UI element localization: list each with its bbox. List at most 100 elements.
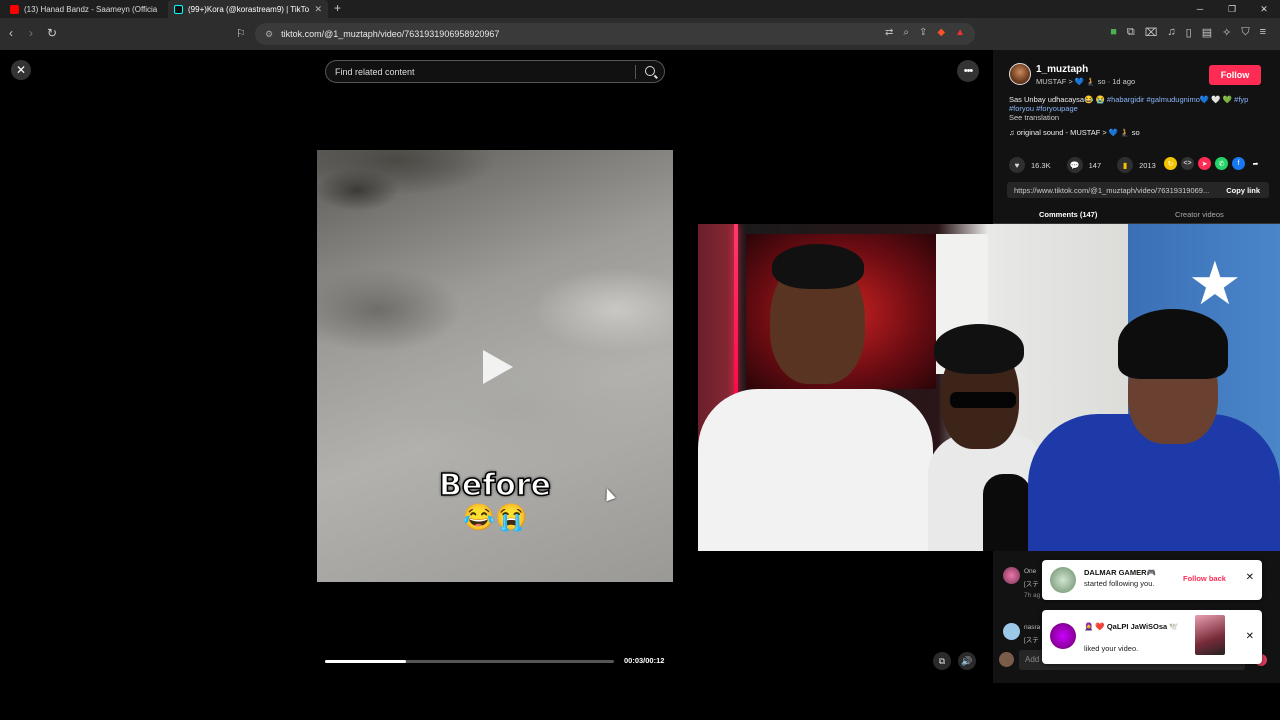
creator-subtitle: MUSTAF > 💙 🧎 so · 1d ago (1036, 77, 1136, 86)
notification-name: DALMAR GAMER🎮 (1084, 568, 1156, 577)
share-arrow-icon[interactable]: ➦ (1249, 157, 1262, 170)
person-3-hijab (1118, 309, 1228, 379)
tab-title: (99+)Kora (@korastream9) | TikTo (188, 4, 310, 14)
webcam-overlay: ★ (698, 224, 1280, 551)
follow-back-button[interactable]: Follow back (1183, 574, 1226, 583)
comment-avatar[interactable] (1003, 623, 1020, 640)
brave-shield-icon[interactable]: ◆ (937, 27, 945, 38)
tab-title: (13) Hanad Bandz - Saameyn (Officia (24, 4, 158, 14)
comment-count: 147 (1088, 160, 1102, 170)
close-notification-icon[interactable]: ✕ (1246, 572, 1254, 583)
flag-star-icon: ★ (1188, 250, 1242, 317)
whatsapp-icon[interactable]: ✆ (1215, 157, 1228, 170)
comment-name[interactable]: One (1024, 568, 1036, 575)
caption-text: Sas Unbay udhacaysa😂 😭 (1009, 95, 1107, 104)
heart-icon[interactable]: ♥ (1009, 157, 1025, 173)
notification-follow[interactable]: DALMAR GAMER🎮 started following you. Fol… (1042, 560, 1262, 600)
new-tab-button[interactable]: + (334, 1, 341, 15)
share-icon[interactable]: ⇪ (919, 27, 927, 38)
sidebar-icon[interactable]: ▯ (1186, 26, 1192, 39)
zoom-icon[interactable]: ⌕ (903, 27, 909, 38)
video-progress-bar[interactable] (325, 660, 614, 663)
send-icon[interactable]: ➤ (1198, 157, 1211, 170)
extension-green-icon[interactable]: ■ (1110, 26, 1117, 39)
repost-icon[interactable]: ↻ (1164, 157, 1177, 170)
comment-name[interactable]: nasra (1024, 624, 1040, 631)
comment-icon[interactable]: 💬 (1066, 157, 1083, 173)
embed-icon[interactable]: <> (1181, 157, 1194, 170)
address-bar[interactable]: ⚙ tiktok.com/@1_muztaph/video/7631931906… (255, 23, 975, 45)
person-2-hair (934, 324, 1024, 374)
tab-comments[interactable]: Comments (147) (1028, 210, 1108, 226)
search-placeholder: Find related content (335, 66, 415, 77)
media-icon[interactable]: ♫ (1167, 26, 1175, 39)
leo-icon[interactable]: ✧ (1222, 26, 1231, 39)
bookmark-icon[interactable]: ⚐ (236, 27, 246, 40)
url-text: tiktok.com/@1_muztaph/video/763193190695… (281, 29, 500, 39)
close-notification-icon[interactable]: ✕ (1246, 631, 1254, 642)
volume-icon[interactable]: 🔊 (958, 652, 976, 670)
brave-rewards-icon[interactable]: ▲ (955, 27, 965, 38)
youtube-icon (10, 4, 19, 14)
notification-text: started following you. (1084, 579, 1155, 588)
video-overlay-text: Before (438, 467, 552, 504)
play-icon[interactable] (483, 350, 513, 384)
tiktok-video-page: ✕ Find related content Before 😂😭 00:03/0… (0, 50, 1280, 683)
notification-avatar (1050, 623, 1076, 649)
maximize-button[interactable]: ❐ (1216, 0, 1248, 18)
back-button[interactable]: ‹ (9, 26, 13, 40)
tab-creator-videos[interactable]: Creator videos (1175, 210, 1224, 219)
original-sound-link[interactable]: ♫ original sound - MUSTAF > 💙 🧎 so (1009, 128, 1140, 137)
extensions-icon[interactable]: ⧉ (1127, 26, 1135, 39)
tiktok-icon (174, 4, 183, 14)
bookmark-save-icon[interactable]: ▮ (1117, 157, 1134, 173)
forward-button[interactable]: › (29, 26, 33, 40)
engagement-stats: ♥ 16.3K 💬 147 ▮ 2013 (1009, 157, 1166, 173)
browser-tab-tiktok[interactable]: (99+)Kora (@korastream9) | TikTo ✕ (168, 0, 328, 18)
related-search-input[interactable]: Find related content (325, 60, 665, 83)
comment-meta: 7h ag (1024, 592, 1041, 599)
notification-avatar (1050, 567, 1076, 593)
facebook-icon[interactable]: f (1232, 157, 1245, 170)
like-count: 16.3K (1031, 160, 1051, 170)
video-overlay-emojis: 😂😭 (462, 502, 528, 532)
person-2-sunglasses (950, 392, 1016, 408)
reload-button[interactable]: ↻ (47, 26, 57, 40)
floating-player-icon[interactable]: ⧉ (933, 652, 951, 670)
microphone (983, 474, 1031, 551)
video-progress-fill (325, 660, 406, 663)
search-icon[interactable] (645, 66, 655, 76)
close-tab-icon[interactable]: ✕ (314, 4, 322, 15)
user-avatar (999, 652, 1014, 667)
vpn-icon[interactable]: ⛉ (1241, 26, 1249, 39)
search-divider (635, 65, 636, 79)
close-window-button[interactable]: ✕ (1248, 0, 1280, 18)
more-options-button[interactable]: ••• (957, 60, 979, 82)
post-caption: Sas Unbay udhacaysa😂 😭 #habargidir #galm… (1009, 95, 1269, 113)
browser-tab-youtube[interactable]: (13) Hanad Bandz - Saameyn (Officia (4, 0, 164, 18)
save-count: 2013 (1139, 160, 1156, 170)
liked-video-thumbnail[interactable] (1195, 615, 1225, 655)
screenshot-icon[interactable]: ⌧ (1145, 26, 1158, 39)
browser-tab-strip: (13) Hanad Bandz - Saameyn (Officia (99+… (0, 0, 1280, 18)
menu-icon[interactable]: ≡ (1260, 26, 1266, 39)
address-bar-icons: ⇄ ⌕ ⇪ ◆ ▲ (885, 27, 965, 38)
site-info-icon[interactable]: ⚙ (265, 29, 273, 40)
minimize-button[interactable]: ─ (1184, 0, 1216, 18)
comment-text: [ステ (1024, 637, 1039, 644)
comment-avatar[interactable] (1003, 567, 1020, 584)
video-link-box: https://www.tiktok.com/@1_muztaph/video/… (1007, 182, 1269, 198)
comment-text: [ステ (1024, 581, 1039, 588)
follow-button[interactable]: Follow (1209, 65, 1261, 85)
video-player[interactable]: Before 😂😭 (317, 150, 673, 582)
creator-username[interactable]: 1_muztaph (1036, 64, 1088, 75)
notification-like[interactable]: 🧕 ❤️ QaLPI JaWiSOsa 🕊️ liked your video.… (1042, 610, 1262, 664)
creator-avatar[interactable] (1009, 63, 1031, 85)
notification-name: 🧕 ❤️ QaLPI JaWiSOsa 🕊️ (1084, 622, 1179, 631)
video-time: 00:03/00:12 (624, 656, 665, 665)
close-video-button[interactable]: ✕ (11, 60, 31, 80)
translate-icon[interactable]: ⇄ (885, 27, 893, 38)
wallet-icon[interactable]: ▤ (1202, 26, 1212, 39)
see-translation-link[interactable]: See translation (1009, 113, 1059, 122)
copy-link-button[interactable]: Copy link (1226, 186, 1260, 195)
